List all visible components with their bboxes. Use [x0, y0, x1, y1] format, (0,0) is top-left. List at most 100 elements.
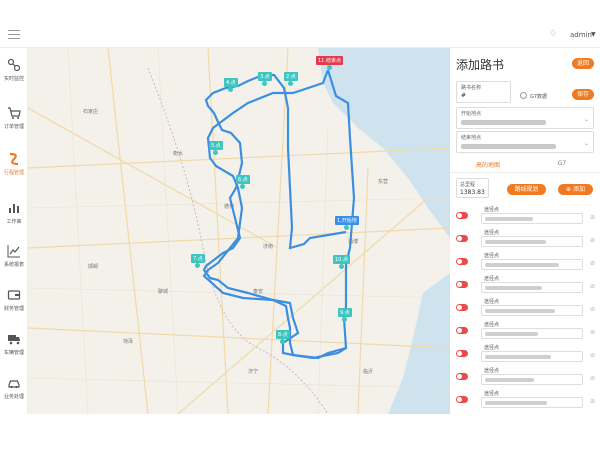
- waypoint-marker[interactable]: 6.点: [236, 175, 250, 189]
- waypoint-label: 途径点: [484, 253, 500, 259]
- waypoint-value: [485, 263, 559, 267]
- map-place-label: 东营: [378, 179, 389, 185]
- start-location-select[interactable]: 开始地点 ⌄: [456, 107, 594, 129]
- start-location-value: [461, 120, 546, 125]
- waypoint-marker[interactable]: 5.点: [209, 141, 223, 155]
- waypoint-input[interactable]: [481, 397, 583, 408]
- waypoint-input[interactable]: [481, 328, 583, 339]
- road: [267, 48, 289, 414]
- waypoint-marker[interactable]: 9.点: [338, 308, 352, 322]
- waypoint-toggle[interactable]: [456, 235, 468, 242]
- waypoint-input[interactable]: [481, 305, 583, 316]
- waypoint-marker-label: 11.结束点: [316, 56, 343, 65]
- map-canvas[interactable]: [28, 48, 450, 414]
- sidebar-item-2[interactable]: 订单管理: [0, 106, 28, 146]
- wallet-icon: [0, 288, 28, 302]
- g7-checkbox[interactable]: [520, 92, 527, 99]
- waypoint-input[interactable]: [481, 374, 583, 385]
- sidebar-item-label: 行程管理: [3, 170, 24, 176]
- plan-route-button[interactable]: 路线规划: [507, 184, 546, 195]
- bell-icon[interactable]: ♢: [549, 29, 557, 39]
- waypoint-toggle[interactable]: [456, 212, 468, 219]
- waypoint-toggle[interactable]: [456, 396, 468, 403]
- sidebar-item-7[interactable]: 车辆管理: [0, 332, 28, 372]
- chevron-down-icon: ⌄: [583, 140, 589, 147]
- waypoint-toggle[interactable]: [456, 373, 468, 380]
- waypoint-marker[interactable]: 8.点: [276, 330, 290, 344]
- tab-g7[interactable]: G7: [526, 160, 598, 167]
- sidebar-item-8[interactable]: 业务处理: [0, 376, 28, 416]
- waypoint-label: 途径点: [484, 207, 500, 213]
- waypoint-value: [485, 401, 547, 405]
- waypoint-input[interactable]: [481, 282, 583, 293]
- add-waypoint-button[interactable]: ⊕ 添加: [558, 184, 593, 195]
- remove-icon[interactable]: ⊘: [590, 306, 595, 313]
- remove-icon[interactable]: ⊘: [590, 375, 595, 382]
- waypoint-toggle[interactable]: [456, 350, 468, 357]
- map-view[interactable]: 石家庄 衡水 德州 济南 淄博 东营 邯郸 聊城 泰安 济宁 临沂 菏泽 1.开始地 2.点 3.点 4.点 5…: [28, 48, 450, 414]
- waypoint-value: [485, 332, 538, 336]
- remove-icon[interactable]: ⊘: [590, 329, 595, 336]
- end-location-select[interactable]: 结束地点 ⌄: [456, 131, 594, 153]
- minor-road: [317, 127, 329, 414]
- waypoint-marker[interactable]: 3.点: [258, 72, 272, 86]
- sidebar-item-label: 订单管理: [3, 124, 24, 130]
- map-place-label: 临沂: [363, 369, 374, 375]
- sidebar-item-4[interactable]: 工作串: [0, 201, 28, 241]
- road: [107, 48, 149, 414]
- map-pin-icon: [195, 263, 201, 268]
- waypoint-marker[interactable]: 1.开始地: [335, 216, 359, 230]
- map-pin-icon: [213, 150, 219, 155]
- map-place-label: 菏泽: [123, 339, 134, 345]
- waypoint-toggle[interactable]: [456, 281, 468, 288]
- waypoint-row: 途径点 ⊘: [450, 321, 600, 342]
- waypoint-marker[interactable]: 4.点: [224, 78, 238, 92]
- remove-icon[interactable]: ⊘: [590, 283, 595, 290]
- sidebar-item-label: 工作串: [6, 219, 22, 225]
- back-button[interactable]: 返回: [572, 58, 594, 69]
- monitor-icon: [0, 58, 28, 72]
- remove-icon[interactable]: ⊘: [590, 237, 595, 244]
- waypoint-marker-label: 2.点: [284, 72, 298, 81]
- waypoint-toggle[interactable]: [456, 258, 468, 265]
- sidebar: 实时监控订单管理行程管理工作串系统报表财务管理车辆管理业务处理: [0, 48, 28, 414]
- sidebar-item-3[interactable]: 行程管理: [0, 152, 28, 192]
- remove-icon[interactable]: ⊘: [590, 260, 595, 267]
- waypoint-marker[interactable]: 2.点: [284, 72, 298, 86]
- map-place-label: 德州: [224, 204, 235, 210]
- route-name-field[interactable]: 路书名称 #: [456, 81, 511, 103]
- sidebar-item-6[interactable]: 财务管理: [0, 288, 28, 328]
- sidebar-item-5[interactable]: 系统报表: [0, 244, 28, 284]
- waypoint-row: 途径点 ⊘: [450, 275, 600, 296]
- map-place-label: 济宁: [248, 369, 259, 375]
- remove-icon[interactable]: ⊘: [590, 398, 595, 405]
- waypoint-toggle[interactable]: [456, 327, 468, 334]
- remove-icon[interactable]: ⊘: [590, 214, 595, 221]
- chevron-down-icon[interactable]: ▼: [591, 31, 596, 38]
- waypoint-input[interactable]: [481, 351, 583, 362]
- waypoint-toggle[interactable]: [456, 304, 468, 311]
- map-place-label: 淄博: [348, 239, 359, 245]
- user-menu[interactable]: admin: [570, 31, 592, 39]
- map-pin-icon: [228, 87, 234, 92]
- waypoint-marker[interactable]: 11.结束点: [316, 56, 343, 70]
- waypoint-row: 途径点 ⊘: [450, 252, 600, 273]
- hamburger-icon[interactable]: [8, 30, 20, 40]
- remove-icon[interactable]: ⊘: [590, 352, 595, 359]
- waypoint-marker-label: 1.开始地: [335, 216, 359, 225]
- waypoint-row: 途径点 ⊘: [450, 367, 600, 388]
- road: [177, 197, 429, 414]
- waypoint-input[interactable]: [481, 236, 583, 247]
- waypoint-marker-label: 9.点: [338, 308, 352, 317]
- truck-icon: [0, 332, 28, 346]
- g7-checkbox-label: G7数据: [530, 94, 548, 100]
- waypoint-marker[interactable]: 10.点: [333, 255, 350, 269]
- sidebar-item-1[interactable]: 实时监控: [0, 58, 28, 98]
- map-pin-icon: [338, 264, 344, 269]
- waypoint-value: [485, 355, 551, 359]
- waypoint-input[interactable]: [481, 259, 583, 270]
- waypoint-marker[interactable]: 7.点: [191, 254, 205, 268]
- save-button[interactable]: 保存: [572, 89, 594, 100]
- sidebar-item-label: 车辆管理: [3, 350, 24, 356]
- waypoint-input[interactable]: [481, 213, 583, 224]
